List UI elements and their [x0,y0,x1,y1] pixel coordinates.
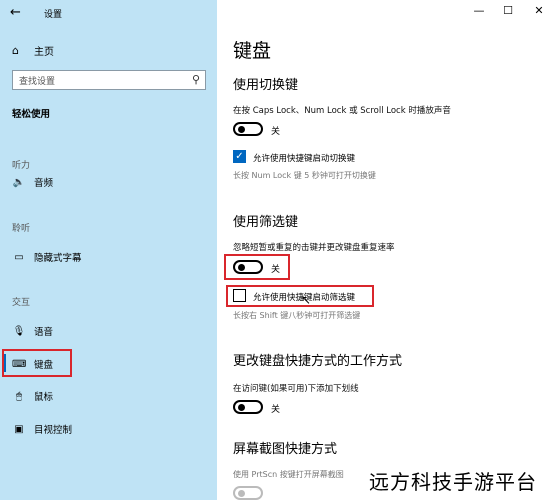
toggle-keys-shortcut-checkbox[interactable]: ✓ [233,150,246,163]
group-label-listening: 聆听 [12,224,31,234]
toggle-knob [238,490,245,497]
sidebar-item-label: 语音 [34,327,54,338]
sidebar-section-title: 轻松使用 [12,109,51,120]
toggle-knob [238,404,245,411]
search-icon[interactable]: ⚲ [192,73,200,86]
toggle-keys-switch[interactable] [233,122,263,136]
toggle-keys-hint: 长按 Num Lock 键 5 秒钟可打开切换键 [233,171,376,180]
mouse-cursor-icon: ↖ [301,293,312,307]
filter-keys-desc: 忽略短暂或重复的击键并更改键盘重复速率 [233,243,395,253]
toggle-keys-heading: 使用切换键 [233,78,299,93]
filter-keys-shortcut-checkbox[interactable] [233,289,246,302]
sidebar-item-label: 目视控制 [34,425,73,436]
maximize-button[interactable]: ☐ [498,4,518,17]
toggle-keys-shortcut-label: 允许使用快捷键启动切换键 [253,154,356,164]
search-input[interactable]: 查找设置 ⚲ [12,70,206,90]
search-placeholder: 查找设置 [19,76,56,87]
sidebar-item-speech[interactable]: 🎙 语音 [12,323,53,339]
sidebar-item-label: 鼠标 [34,392,54,403]
sidebar: ← 设置 ⌂ 主页 查找设置 ⚲ 轻松使用 听力 🔈 音频 聆听 ▭ 隐藏式字幕… [0,0,217,500]
underline-access-keys-state: 关 [271,405,281,415]
home-icon: ⌂ [12,43,19,57]
page-title: 键盘 [233,40,272,62]
toggle-keys-state: 关 [271,127,281,137]
sidebar-item-eye-control[interactable]: ▣ 目视控制 [12,421,72,437]
minimize-button[interactable]: — [469,4,489,17]
screenshot-desc: 使用 PrtScn 按键打开屏幕截图 [233,470,344,479]
captions-icon: ▭ [14,251,24,263]
titlebar-left: ← 设置 [0,0,217,26]
microphone-icon: 🎙 [12,325,26,337]
filter-keys-state: 关 [271,265,281,275]
eye-control-icon: ▣ [14,423,24,435]
toggle-keys-desc: 在按 Caps Lock、Num Lock 或 Scroll Lock 时播放声… [233,106,451,116]
main-panel: — ☐ ✕ 键盘 使用切换键 在按 Caps Lock、Num Lock 或 S… [217,0,557,500]
filter-keys-heading: 使用筛选键 [233,215,299,230]
speaker-icon: 🔈 [12,176,26,188]
sidebar-item-captions[interactable]: ▭ 隐藏式字幕 [12,249,82,265]
mouse-icon: 🖱 [16,390,22,402]
underline-access-keys-switch[interactable] [233,400,263,414]
nav-home-label: 主页 [34,46,54,58]
nav-home[interactable]: ⌂ 主页 [12,42,54,58]
group-label-hearing: 听力 [12,161,31,171]
filter-keys-switch[interactable] [233,260,263,274]
back-arrow-icon[interactable]: ← [10,5,26,21]
shortcut-behavior-heading: 更改键盘快捷方式的工作方式 [233,354,403,369]
highlight-box-keyboard [2,349,72,377]
sidebar-item-audio[interactable]: 🔈 音频 [12,174,53,190]
watermark: 远方科技手游平台 [349,461,557,500]
toggle-knob [238,264,245,271]
shortcut-behavior-desc: 在访问键(如果可用)下添加下划线 [233,384,359,394]
sidebar-item-mouse[interactable]: 🖱 鼠标 [12,388,53,404]
toggle-knob [238,126,245,133]
sidebar-item-label: 隐藏式字幕 [34,253,82,264]
screenshot-switch[interactable] [233,486,263,500]
filter-keys-hint: 长按右 Shift 键八秒钟可打开筛选键 [233,311,361,320]
app-title: 设置 [44,10,63,20]
group-label-interaction: 交互 [12,298,31,308]
sidebar-item-label: 音频 [34,178,54,189]
screenshot-heading: 屏幕截图快捷方式 [233,442,338,457]
close-button[interactable]: ✕ [529,4,549,17]
